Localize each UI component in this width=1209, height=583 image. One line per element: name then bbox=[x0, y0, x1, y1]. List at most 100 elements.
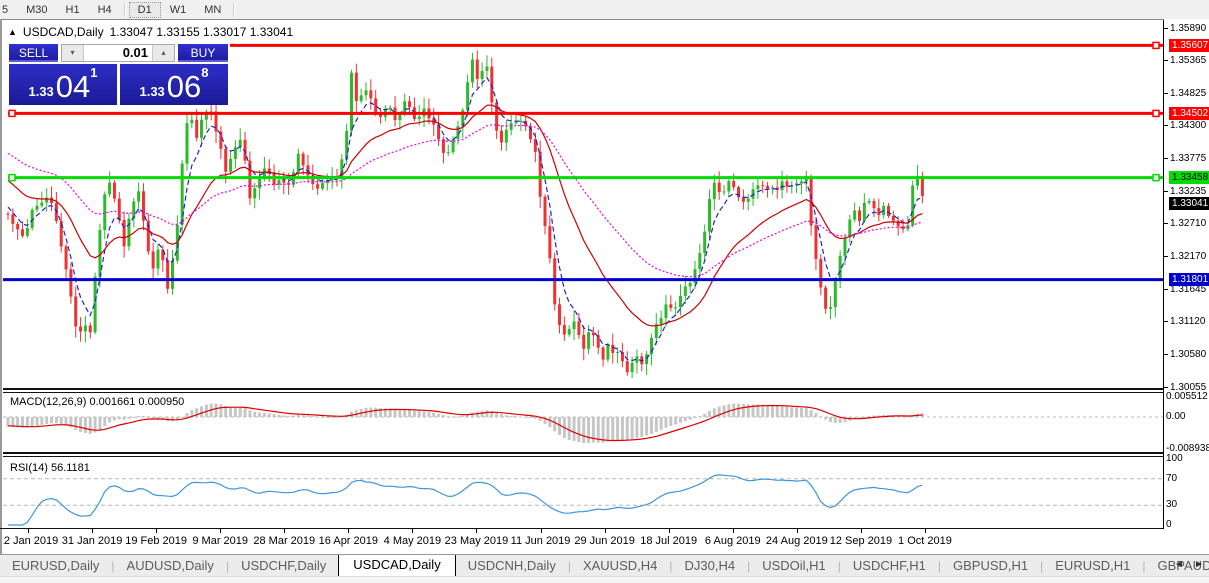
chart-tab-usdoil[interactable]: USDOil,H1 bbox=[750, 555, 838, 576]
buy-price-display[interactable]: 1.33 06 8 bbox=[120, 64, 228, 105]
chart-tab-eurusd[interactable]: EURUSD,Daily bbox=[0, 555, 111, 576]
level-line-1.34502[interactable] bbox=[8, 110, 1163, 116]
chart-tab-usdcnh[interactable]: USDCNH,Daily bbox=[456, 555, 568, 576]
price-axis-tick: 1.33775 bbox=[1164, 152, 1206, 164]
chart-tab-dj30[interactable]: DJ30,H4 bbox=[673, 555, 748, 576]
macd-values: 0.001661 0.000950 bbox=[89, 396, 184, 408]
tick-dash bbox=[1164, 321, 1168, 322]
tab-bar-lower-strip bbox=[0, 576, 1209, 583]
buy-price-sup: 8 bbox=[201, 65, 208, 80]
timeframe-m30-button[interactable]: M30 bbox=[17, 2, 56, 18]
tick-dash bbox=[1164, 60, 1168, 61]
tick-dash bbox=[1164, 289, 1168, 290]
chart-tab-gbpusd[interactable]: GBPUSD,H1 bbox=[941, 555, 1040, 576]
timeframe-h4-button[interactable]: H4 bbox=[89, 2, 121, 18]
price-axis-tick: 1.34300 bbox=[1164, 120, 1206, 132]
sell-price-display[interactable]: 1.33 04 1 bbox=[9, 64, 117, 105]
panel-separator[interactable] bbox=[3, 452, 1166, 457]
price-axis-tick: 1.32170 bbox=[1164, 251, 1206, 263]
volume-increase-icon[interactable]: ▴ bbox=[152, 45, 174, 61]
tab-scroll-right-icon[interactable]: ► bbox=[1192, 558, 1206, 572]
tick-dash bbox=[1164, 28, 1168, 29]
date-label: 4 May 2019 bbox=[384, 535, 441, 547]
chart-tab-usdcad[interactable]: USDCAD,Daily bbox=[338, 554, 455, 576]
date-axis-tick bbox=[156, 529, 157, 533]
tab-scroll-left-icon[interactable]: ◄ bbox=[1172, 558, 1186, 572]
date-axis[interactable]: 12 Jan 201931 Jan 201919 Feb 20199 Mar 2… bbox=[3, 529, 1164, 554]
date-axis-tick bbox=[797, 529, 798, 533]
date-axis-tick bbox=[605, 529, 606, 533]
date-label: 31 Jan 2019 bbox=[62, 535, 123, 547]
tick-dash bbox=[1164, 191, 1168, 192]
price-axis-tick: 1.32710 bbox=[1164, 218, 1206, 230]
chart-tab-eurusd[interactable]: EURUSD,H1 bbox=[1043, 555, 1142, 576]
timeframe-toolbar: 5M30H1H4 D1W1MN bbox=[0, 0, 1209, 20]
date-label: 11 Jun 2019 bbox=[511, 535, 571, 547]
volume-spinner: ▾ 0.01 ▴ bbox=[61, 44, 175, 62]
date-axis-tick bbox=[476, 529, 477, 533]
collapse-chart-icon[interactable]: ▲ bbox=[8, 27, 17, 37]
date-label: 12 Sep 2019 bbox=[830, 535, 892, 547]
one-click-trade-panel: SELL ▾ 0.01 ▴ BUY 1.33 04 1 1.33 06 8 bbox=[9, 44, 228, 105]
sell-button[interactable]: SELL bbox=[9, 44, 58, 62]
buy-price-big: 06 bbox=[167, 72, 201, 102]
date-axis-tick bbox=[220, 529, 221, 533]
date-axis-tick bbox=[925, 529, 926, 533]
chart-tab-xauusd[interactable]: XAUUSD,H4 bbox=[571, 555, 669, 576]
rsi-label: RSI(14) 56.1181 bbox=[10, 462, 90, 474]
buy-price-prefix: 1.33 bbox=[139, 84, 164, 99]
volume-input[interactable]: 0.01 bbox=[84, 45, 152, 61]
toolbar-separator bbox=[233, 3, 235, 17]
tick-dash bbox=[1164, 223, 1168, 224]
volume-decrease-icon[interactable]: ▾ bbox=[62, 45, 84, 61]
rsi-value: 56.1181 bbox=[51, 462, 90, 474]
date-label: 23 May 2019 bbox=[445, 535, 509, 547]
price-axis-tick: 1.35890 bbox=[1164, 22, 1206, 34]
tick-dash bbox=[1164, 125, 1168, 126]
timeframe-h1-button[interactable]: H1 bbox=[57, 2, 89, 18]
date-axis-tick bbox=[28, 529, 29, 533]
chart-tab-usdchf[interactable]: USDCHF,H1 bbox=[841, 555, 938, 576]
rsi-axis-tick: 0 bbox=[1166, 519, 1172, 531]
mt4-application: 5M30H1H4 D1W1MN ▲ USDCAD,Daily 1.33047 1.… bbox=[0, 0, 1209, 583]
date-label: 12 Jan 2019 bbox=[3, 535, 58, 547]
date-label: 6 Aug 2019 bbox=[705, 535, 761, 547]
date-label: 24 Aug 2019 bbox=[766, 535, 828, 547]
date-label: 29 Jun 2019 bbox=[574, 535, 635, 547]
date-axis-tick bbox=[284, 529, 285, 533]
date-label: 28 Mar 2019 bbox=[253, 535, 315, 547]
level-price-badge: 1.31801 bbox=[1169, 273, 1209, 286]
timeframe-5-button[interactable]: 5 bbox=[0, 2, 17, 18]
panel-separator[interactable] bbox=[3, 388, 1166, 393]
level-line-1.35607[interactable] bbox=[230, 42, 1163, 48]
tab-scroll-nav: ◄ ► bbox=[1172, 558, 1206, 572]
timeframe-d1-button[interactable]: D1 bbox=[129, 2, 161, 18]
chart-tab-usdchf[interactable]: USDCHF,Daily bbox=[229, 555, 338, 576]
sell-price-sup: 1 bbox=[90, 65, 97, 80]
price-axis[interactable]: 1.358901.353651.348251.343001.337751.332… bbox=[1164, 19, 1209, 555]
date-axis-tick bbox=[92, 529, 93, 533]
price-axis-tick: 1.34825 bbox=[1164, 88, 1206, 100]
price-axis-tick: 1.33235 bbox=[1164, 185, 1206, 197]
chart-title-row: ▲ USDCAD,Daily 1.33047 1.33155 1.33017 1… bbox=[8, 25, 293, 39]
date-axis-tick bbox=[348, 529, 349, 533]
macd-axis-tick: 0.005512 bbox=[1166, 391, 1208, 403]
date-label: 19 Feb 2019 bbox=[125, 535, 187, 547]
chart-ohlc-values: 1.33047 1.33155 1.33017 1.33041 bbox=[110, 25, 294, 39]
timeframe-w1-button[interactable]: W1 bbox=[161, 2, 196, 18]
tick-dash bbox=[1164, 354, 1168, 355]
date-label: 16 Apr 2019 bbox=[319, 535, 378, 547]
date-axis-tick bbox=[541, 529, 542, 533]
chart-tab-bar: EURUSD,Daily|AUDUSD,Daily|USDCHF,DailyUS… bbox=[0, 554, 1209, 576]
level-price-badge: 1.33458 bbox=[1169, 171, 1209, 184]
rsi-indicator-chart[interactable] bbox=[3, 458, 1164, 528]
sell-price-big: 04 bbox=[56, 72, 90, 102]
window-left-border bbox=[0, 19, 2, 554]
buy-button[interactable]: BUY bbox=[178, 44, 228, 62]
level-price-badge: 1.35607 bbox=[1169, 39, 1209, 52]
date-label: 1 Oct 2019 bbox=[898, 535, 952, 547]
date-label: 18 Jul 2019 bbox=[640, 535, 697, 547]
timeframe-mn-button[interactable]: MN bbox=[195, 2, 230, 18]
chart-tab-audusd[interactable]: AUDUSD,Daily bbox=[115, 555, 226, 576]
sell-price-prefix: 1.33 bbox=[28, 84, 53, 99]
